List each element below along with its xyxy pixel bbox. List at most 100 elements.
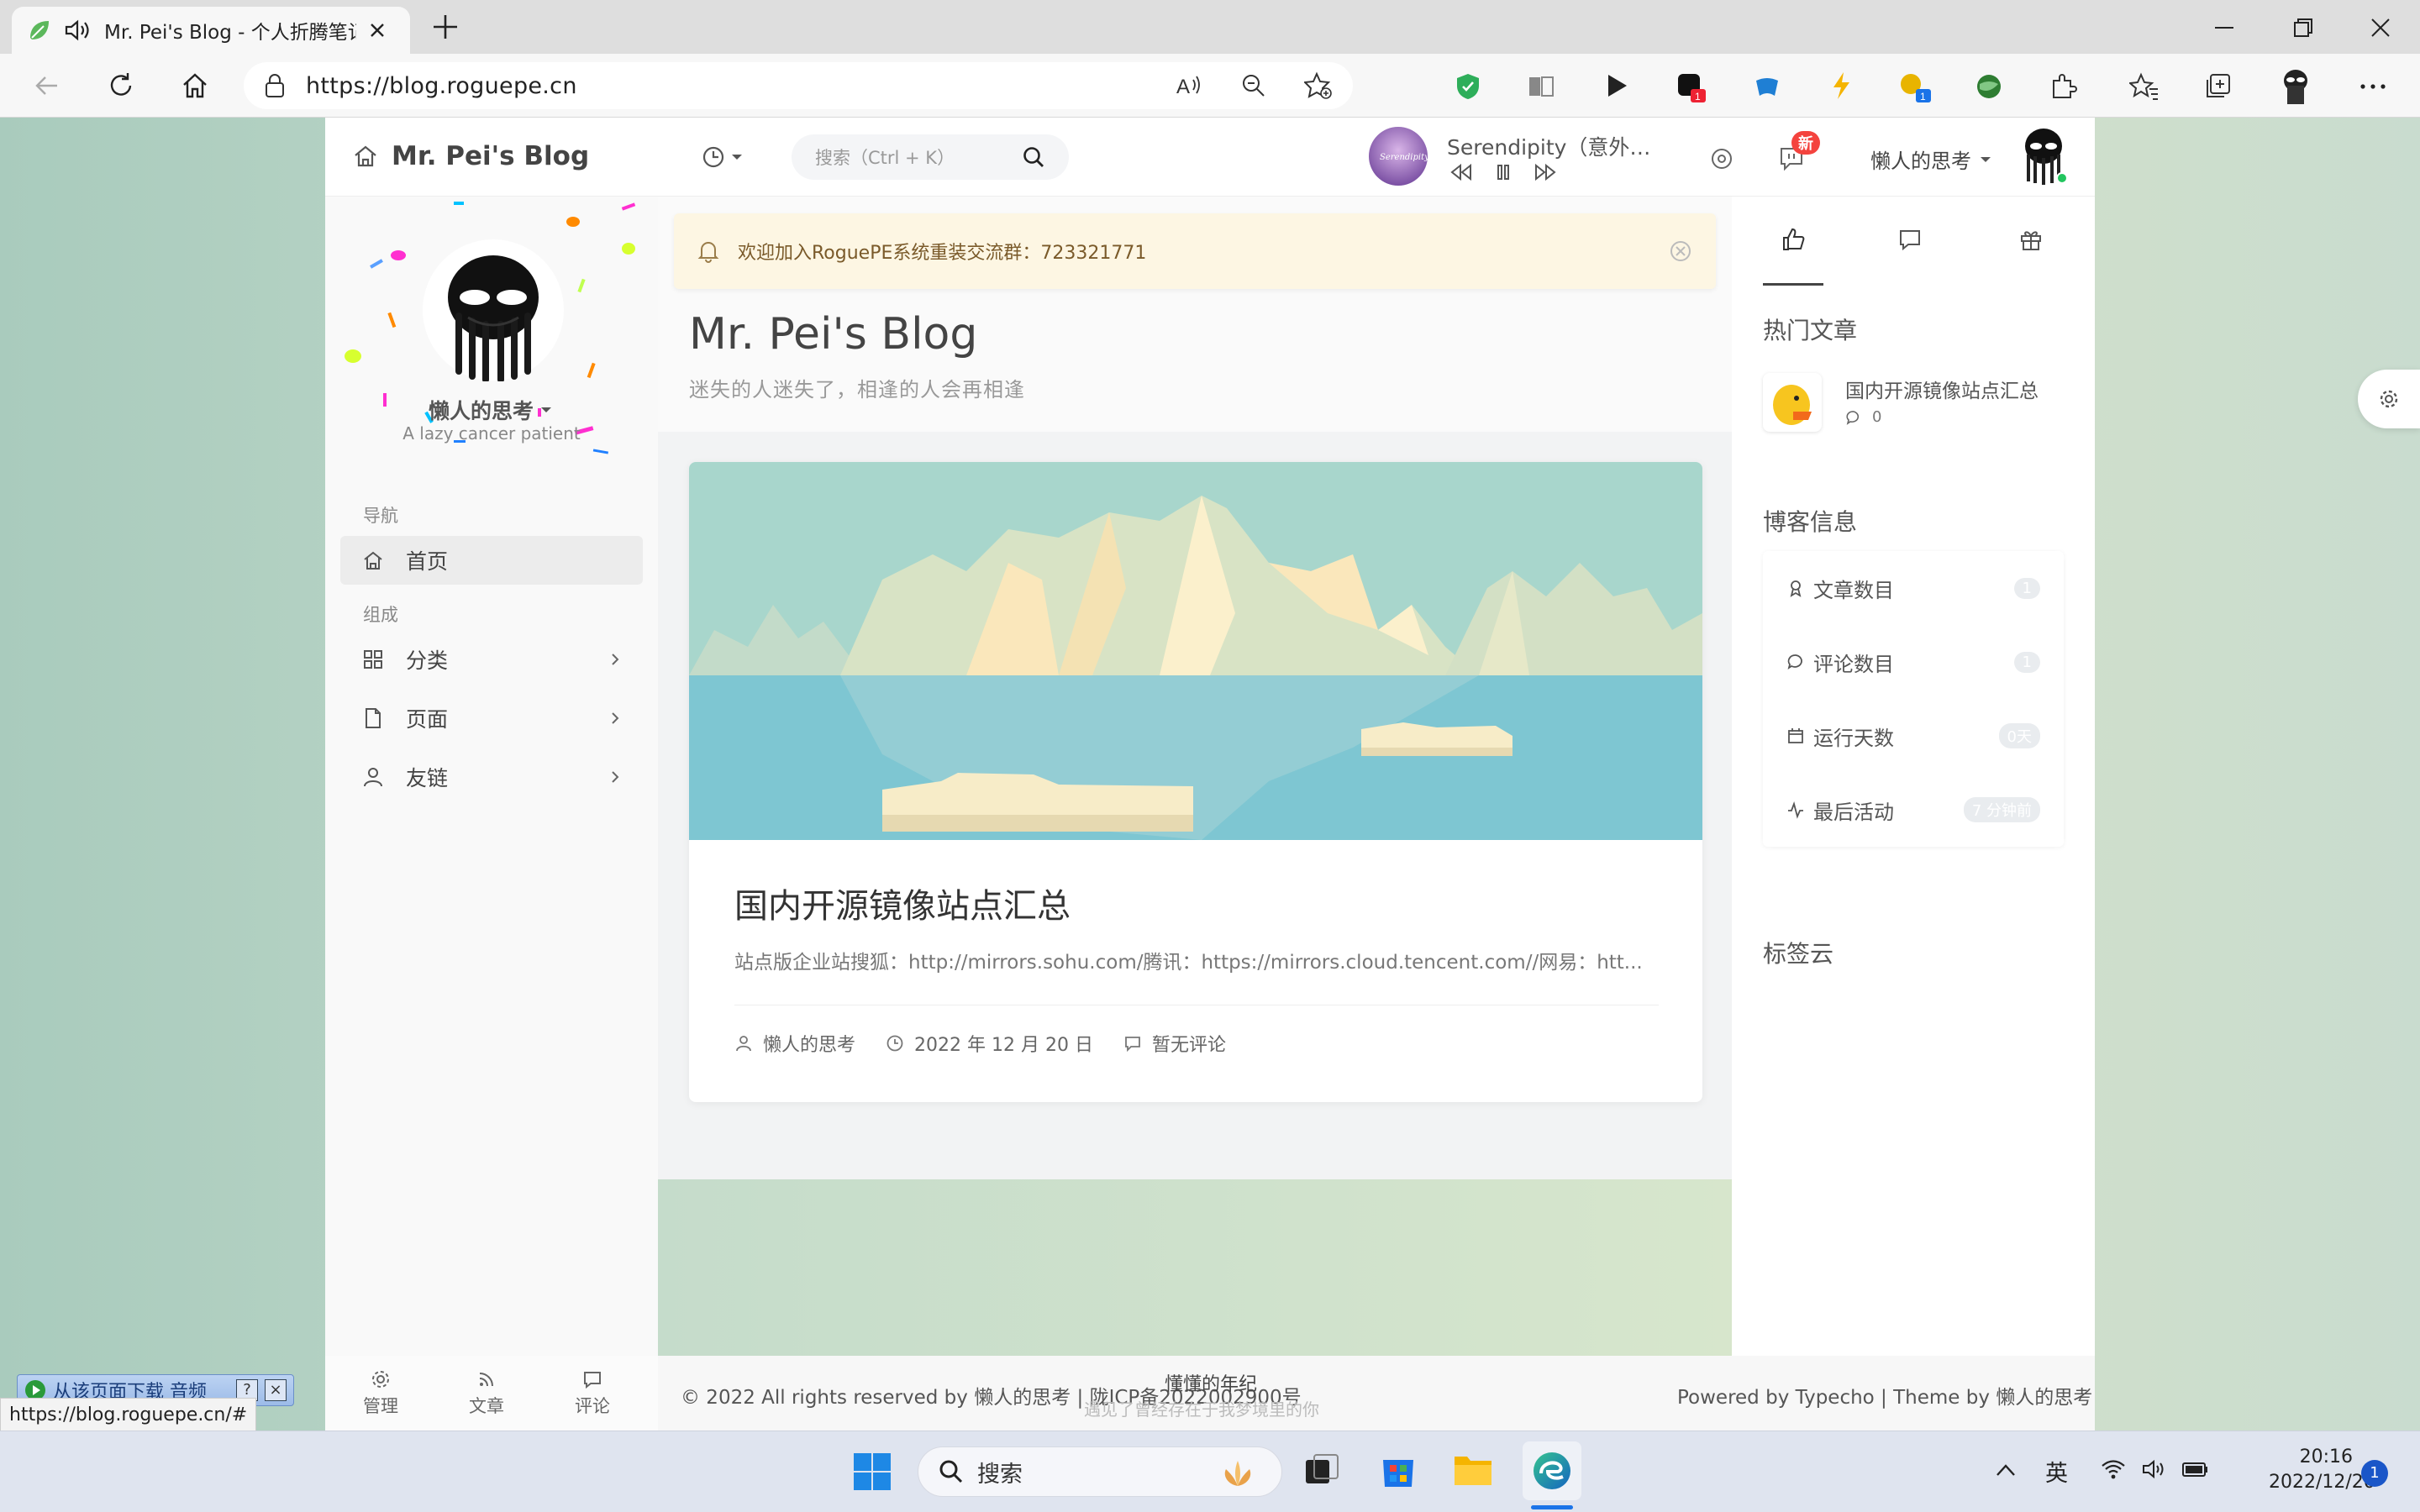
new-tab-button[interactable] (430, 12, 460, 42)
sidebar-item-friends[interactable]: 友链 (340, 753, 643, 801)
tab-comments[interactable] (1897, 227, 1923, 252)
cat-extension-icon[interactable]: 1 (1897, 69, 1934, 106)
settings-float-button[interactable] (2358, 370, 2420, 428)
speaker-icon[interactable] (64, 18, 92, 43)
hot-post-thumbnail[interactable] (1763, 373, 1822, 432)
read-aloud-icon[interactable]: A (1175, 73, 1203, 98)
rss-icon (479, 1373, 493, 1387)
site-logo[interactable]: Mr. Pei's Blog (353, 141, 589, 171)
comments-button[interactable]: 评论 (575, 1369, 610, 1418)
lyrics-overlay-title: 懂懂的年纪 (1165, 1374, 1258, 1395)
profile-motto: A lazy cancer patient (402, 423, 581, 444)
lock-icon (266, 74, 284, 97)
tab-hot[interactable] (1763, 215, 1823, 286)
sidebar-item-home[interactable]: 首页 (340, 536, 643, 585)
post-date: 2022 年 12 月 20 日 (914, 1035, 1093, 1056)
activity-icon (1788, 801, 1803, 819)
close-icon[interactable]: × (265, 1379, 287, 1401)
edge-app-button[interactable] (1523, 1441, 1581, 1500)
clock[interactable]: 20:16 2022/12/20 (2269, 1445, 2375, 1495)
message-icon (1900, 230, 1920, 251)
reload-icon (110, 73, 132, 96)
notification-count-badge[interactable]: 1 (2361, 1460, 2388, 1487)
collections-icon[interactable] (2203, 72, 2232, 101)
sidebar-item-label: 页面 (406, 707, 449, 732)
tag-cloud-title: 标签云 (1763, 940, 1834, 968)
add-favorite-icon[interactable] (1304, 71, 1333, 100)
store-app-button[interactable] (1378, 1450, 1418, 1490)
start-button[interactable] (852, 1452, 892, 1492)
caret-down-icon (1981, 156, 1991, 162)
theme-toggle[interactable] (701, 144, 743, 170)
sidebar-item-category[interactable]: 分类 (340, 635, 643, 684)
bird-extension-icon[interactable] (1753, 72, 1781, 101)
extensions-puzzle-icon[interactable] (2049, 72, 2077, 101)
tray-overflow-button[interactable] (1995, 1462, 2017, 1478)
restore-button[interactable] (2291, 15, 2316, 40)
home-icon (183, 73, 207, 98)
clock-half-icon (702, 146, 724, 168)
search-icon (939, 1460, 963, 1483)
search-input[interactable]: 搜索（Ctrl + K） (792, 134, 1069, 180)
new-badge: 新 (1791, 131, 1820, 155)
browser-tab[interactable]: Mr. Pei's Blog - 个人折腾笔记 (12, 7, 410, 54)
reader-extension-icon[interactable] (1528, 74, 1555, 99)
profile-avatar-icon[interactable] (2277, 67, 2314, 106)
notes-extension-icon[interactable]: 1 (1676, 71, 1711, 106)
sidebar-item-label: 分类 (406, 648, 449, 673)
minimize-button[interactable] (2212, 15, 2237, 40)
close-tab-icon[interactable] (368, 21, 387, 39)
profile-avatar[interactable] (422, 239, 565, 381)
post-comments[interactable]: 暂无评论 (1152, 1030, 1226, 1057)
blog-info-title: 博客信息 (1763, 508, 1858, 536)
back-button[interactable] (30, 69, 64, 102)
lyrics-overlay-sub: 遇见了曾经存在于我梦境里的你 (1084, 1399, 1319, 1420)
caret-down-icon (732, 155, 742, 160)
post-cover-image[interactable] (689, 462, 1702, 840)
search-icon[interactable] (1022, 145, 1045, 169)
search-placeholder: 搜索（Ctrl + K） (815, 148, 955, 168)
comment-icon (1787, 654, 1802, 670)
post-title[interactable]: 国内开源镜像站点汇总 (734, 879, 1071, 927)
post-card[interactable]: 国内开源镜像站点汇总 站点版企业站搜狐：http://mirrors.sohu.… (689, 462, 1702, 1102)
restore-icon (2294, 18, 2312, 37)
site-header (325, 118, 2095, 197)
system-tray[interactable] (2101, 1458, 2210, 1480)
tab-gifts[interactable] (2018, 227, 2044, 252)
close-notice-icon[interactable] (1669, 239, 1692, 263)
award-icon (1790, 580, 1802, 597)
user-avatar[interactable] (2018, 126, 2069, 186)
notice-text: 欢迎加入RoguePE系统重装交流群：723321771 (738, 243, 1147, 264)
file-explorer-button[interactable] (1452, 1450, 1494, 1490)
reload-button[interactable] (104, 69, 138, 102)
taskbar-search[interactable]: 搜索 (918, 1446, 1282, 1497)
user-menu[interactable]: 懒人的思考 (1870, 144, 1991, 174)
pause-icon[interactable] (1494, 163, 1512, 181)
hot-post-title[interactable]: 国内开源镜像站点汇总 (1845, 375, 2039, 403)
close-window-button[interactable] (2368, 15, 2393, 40)
lightning-extension-icon[interactable] (1827, 71, 1855, 101)
zoom-out-icon[interactable] (1240, 72, 1267, 99)
profile-name-menu[interactable]: 懒人的思考 (429, 395, 552, 425)
shield-extension-icon[interactable] (1454, 72, 1482, 101)
location-target-icon[interactable] (1709, 146, 1734, 171)
tab-title: Mr. Pei's Blog - 个人折腾笔记 (104, 22, 356, 44)
play-extension-icon[interactable] (1603, 72, 1630, 99)
address-bar[interactable]: https://blog.roguepe.cn A (244, 62, 1353, 109)
stat-row: 文章数目 1 (1763, 551, 2064, 625)
manage-button[interactable]: 管理 (363, 1369, 398, 1418)
next-track-icon[interactable] (1533, 163, 1558, 181)
sidebar-item-pages[interactable]: 页面 (340, 694, 643, 743)
ime-indicator[interactable]: 英 (2045, 1455, 2068, 1488)
favorites-icon[interactable] (2129, 72, 2160, 101)
globe-extension-icon[interactable] (1975, 72, 2003, 101)
post-author[interactable]: 懒人的思考 (763, 1030, 855, 1057)
more-menu-icon[interactable] (2358, 74, 2388, 99)
task-view-button[interactable] (1302, 1452, 1341, 1490)
previous-track-icon[interactable] (1449, 163, 1474, 181)
lotus-icon (1224, 1461, 1251, 1486)
album-cover[interactable]: Serendipity (1368, 126, 1428, 186)
minimize-icon (2215, 27, 2233, 29)
articles-button[interactable]: 文章 (469, 1369, 504, 1418)
home-button[interactable] (178, 69, 212, 102)
